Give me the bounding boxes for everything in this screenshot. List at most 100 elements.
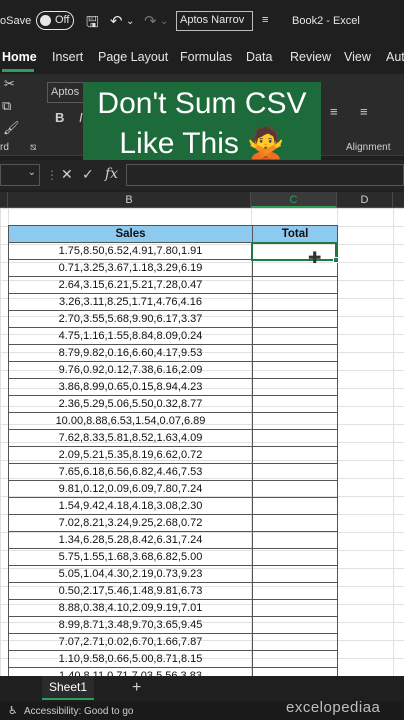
- total-cell[interactable]: [252, 327, 338, 345]
- sales-cell[interactable]: 8.88,0.38,4.10,2.09,9.19,7.01: [8, 599, 253, 617]
- sales-cell[interactable]: 1.34,6.28,5.28,8.42,6.31,7.24: [8, 531, 253, 549]
- sales-cell[interactable]: 1.54,9.42,4.18,4.18,3.08,2.30: [8, 497, 253, 515]
- table-row: 1.54,9.42,4.18,4.18,3.08,2.30: [8, 497, 338, 515]
- column-header-c[interactable]: C: [251, 192, 337, 208]
- sales-cell[interactable]: 8.79,9.82,0.16,6.60,4.17,9.53: [8, 344, 253, 362]
- sales-cell[interactable]: 1.40,8.11,0.71,7.03,5.56,3.83: [8, 667, 253, 676]
- add-sheet-button[interactable]: +: [132, 679, 141, 697]
- tab-data[interactable]: Data: [246, 50, 272, 64]
- total-cell[interactable]: [252, 361, 338, 379]
- customize-toolbar-icon[interactable]: ≡: [262, 14, 268, 26]
- sales-cell[interactable]: 5.75,1.55,1.68,3.68,6.82,5.00: [8, 548, 253, 566]
- chevron-down-icon[interactable]: ⌄: [28, 167, 36, 178]
- clipboard-launcher-icon[interactable]: ⧅: [30, 142, 36, 153]
- total-cell[interactable]: [252, 616, 338, 634]
- sales-cell[interactable]: 3.26,3.11,8.25,1.71,4.76,4.16: [8, 293, 253, 311]
- tab-page-layout[interactable]: Page Layout: [98, 50, 168, 64]
- autosave-toggle[interactable]: Off: [36, 11, 74, 30]
- total-cell[interactable]: [252, 650, 338, 668]
- total-cell[interactable]: [252, 514, 338, 532]
- sales-cell[interactable]: 1.75,8.50,6.52,4.91,7.80,1.91: [8, 242, 253, 260]
- total-cell[interactable]: [252, 412, 338, 430]
- align-center-icon[interactable]: ≡: [330, 104, 338, 119]
- worksheet-grid[interactable]: Sales Total 1.75,8.50,6.52,4.91,7.80,1.9…: [0, 208, 404, 676]
- total-cell[interactable]: [252, 667, 338, 676]
- sales-cell[interactable]: 2.64,3.15,6.21,5.21,7.28,0.47: [8, 276, 253, 294]
- cancel-icon[interactable]: ✕: [61, 166, 73, 183]
- redo-dropdown-icon[interactable]: ⌄: [160, 16, 168, 27]
- tab-formulas[interactable]: Formulas: [180, 50, 232, 64]
- sales-cell[interactable]: 5.05,1.04,4.30,2.19,0.73,9.23: [8, 565, 253, 583]
- undo-icon[interactable]: ↶: [110, 12, 123, 30]
- align-right-icon[interactable]: ≡: [360, 104, 368, 119]
- total-cell[interactable]: [252, 446, 338, 464]
- sales-cell[interactable]: 2.70,3.55,5.68,9.90,6.17,3.37: [8, 310, 253, 328]
- quick-font-box[interactable]: Aptos Narrov: [176, 11, 253, 31]
- sales-cell[interactable]: 7.62,8.33,5.81,8.52,1.63,4.09: [8, 429, 253, 447]
- column-header-d[interactable]: D: [337, 192, 393, 208]
- format-painter-icon[interactable]: 🖌: [3, 120, 20, 136]
- table-row: 8.99,8.71,3.48,9.70,3.65,9.45: [8, 616, 338, 634]
- total-cell[interactable]: [252, 599, 338, 617]
- active-cell-c3[interactable]: [251, 242, 339, 263]
- sales-cell[interactable]: 3.86,8.99,0.65,0.15,8.94,4.23: [8, 378, 253, 396]
- total-cell[interactable]: [252, 395, 338, 413]
- sales-cell[interactable]: 0.50,2.17,5.46,1.48,9.81,6.73: [8, 582, 253, 600]
- total-cell[interactable]: [252, 276, 338, 294]
- tab-review[interactable]: Review: [290, 50, 331, 64]
- sales-cell[interactable]: 7.65,6.18,6.56,6.82,4.46,7.53: [8, 463, 253, 481]
- sheet-tab-sheet1[interactable]: Sheet1: [42, 676, 94, 700]
- sales-cell[interactable]: 4.75,1.16,1.55,8.84,8.09,0.24: [8, 327, 253, 345]
- save-icon[interactable]: 🖫: [86, 12, 99, 37]
- sales-cell[interactable]: 2.09,5.21,5.35,8.19,6.62,0.72: [8, 446, 253, 464]
- table-row: 2.36,5.29,5.06,5.50,0.32,8.77: [8, 395, 338, 413]
- bold-button[interactable]: B: [55, 110, 64, 125]
- undo-dropdown-icon[interactable]: ⌄: [126, 16, 134, 27]
- table-row: 3.26,3.11,8.25,1.71,4.76,4.16: [8, 293, 338, 311]
- insert-function-icon[interactable]: fx: [105, 166, 118, 182]
- total-cell[interactable]: [252, 480, 338, 498]
- total-cell[interactable]: [252, 429, 338, 447]
- table-row: 2.64,3.15,6.21,5.21,7.28,0.47: [8, 276, 338, 294]
- total-cell[interactable]: [252, 548, 338, 566]
- sales-cell[interactable]: 2.36,5.29,5.06,5.50,0.32,8.77: [8, 395, 253, 413]
- column-header-a[interactable]: [0, 192, 8, 208]
- accessibility-icon[interactable]: ♿: [8, 704, 18, 717]
- tab-view[interactable]: View: [344, 50, 371, 64]
- sales-cell[interactable]: 8.99,8.71,3.48,9.70,3.65,9.45: [8, 616, 253, 634]
- copy-icon[interactable]: ⧉: [2, 98, 11, 114]
- sales-cell[interactable]: 9.76,0.92,0.12,7.38,6.16,2.09: [8, 361, 253, 379]
- table-row: 5.75,1.55,1.68,3.68,6.82,5.00: [8, 548, 338, 566]
- sales-header[interactable]: Sales: [8, 225, 253, 243]
- total-cell[interactable]: [252, 531, 338, 549]
- total-cell[interactable]: [252, 565, 338, 583]
- total-cell[interactable]: [252, 259, 338, 277]
- total-header[interactable]: Total: [252, 225, 338, 243]
- redo-icon[interactable]: ↷: [144, 12, 157, 30]
- tab-automate[interactable]: Aut: [386, 50, 404, 64]
- tab-home[interactable]: Home: [2, 50, 37, 64]
- sales-cell[interactable]: 0.71,3.25,3.67,1.18,3.29,6.19: [8, 259, 253, 277]
- sales-cell[interactable]: 1.10,9.58,0.66,5.00,8.71,8.15: [8, 650, 253, 668]
- accessibility-status[interactable]: Accessibility: Good to go: [24, 706, 134, 717]
- fill-handle[interactable]: [333, 257, 339, 263]
- total-cell[interactable]: [252, 293, 338, 311]
- cut-icon[interactable]: ✂: [4, 76, 15, 92]
- tab-insert[interactable]: Insert: [52, 50, 83, 64]
- total-cell[interactable]: [252, 463, 338, 481]
- column-header-b[interactable]: B: [8, 192, 251, 208]
- sales-cell[interactable]: 10.00,8.88,6.53,1.54,0.07,6.89: [8, 412, 253, 430]
- total-cell[interactable]: [252, 633, 338, 651]
- total-cell[interactable]: [252, 497, 338, 515]
- sales-cell[interactable]: 9.81,0.12,0.09,6.09,7.80,7.24: [8, 480, 253, 498]
- name-box[interactable]: ⌄: [0, 164, 40, 186]
- total-cell[interactable]: [252, 344, 338, 362]
- total-cell[interactable]: [252, 310, 338, 328]
- total-cell[interactable]: [252, 378, 338, 396]
- total-cell[interactable]: [252, 582, 338, 600]
- table-row: 7.65,6.18,6.56,6.82,4.46,7.53: [8, 463, 338, 481]
- formula-input[interactable]: [126, 164, 404, 186]
- sales-cell[interactable]: 7.07,2.71,0.02,6.70,1.66,7.87: [8, 633, 253, 651]
- sales-cell[interactable]: 7.02,8.21,3.24,9.25,2.68,0.72: [8, 514, 253, 532]
- enter-icon[interactable]: ✓: [82, 166, 94, 183]
